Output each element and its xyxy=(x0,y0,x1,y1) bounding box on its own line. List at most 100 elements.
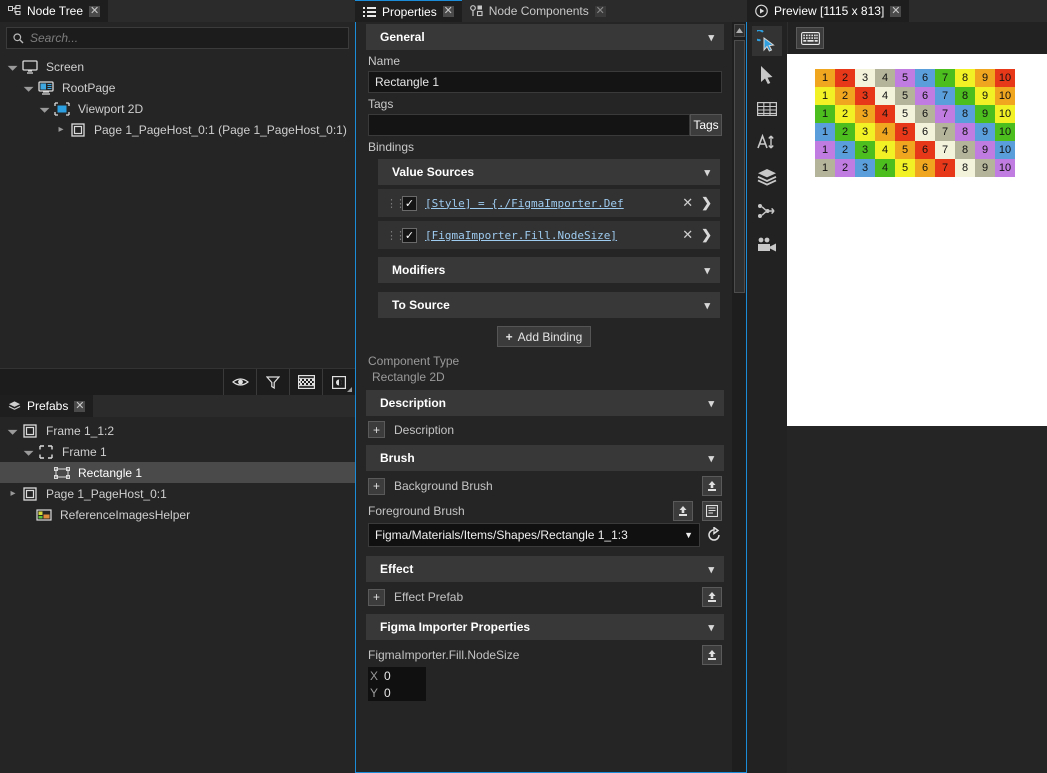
section-description[interactable]: Description ▾ xyxy=(366,390,724,416)
tab-prefabs[interactable]: Prefabs ✕ xyxy=(0,395,93,417)
description-row: + Description xyxy=(356,416,732,443)
settings-icon[interactable] xyxy=(322,369,355,395)
remove-binding-icon[interactable]: ✕ xyxy=(682,195,693,211)
chevron-down-icon[interactable]: ▾ xyxy=(708,31,714,44)
tree-item-viewport2d[interactable]: Viewport 2D xyxy=(0,98,355,119)
cursor-click-icon[interactable] xyxy=(752,26,782,56)
camera-icon[interactable] xyxy=(752,230,782,260)
close-icon[interactable]: ✕ xyxy=(74,401,85,412)
drag-handle-icon[interactable]: ⋮⋮ xyxy=(386,197,394,210)
chevron-down-icon[interactable]: ▾ xyxy=(708,563,714,576)
prefab-item-pagehost[interactable]: Page 1_PageHost_0:1 xyxy=(0,483,355,504)
search-container: Search... xyxy=(0,22,355,53)
open-binding-icon[interactable]: ❯ xyxy=(701,195,712,211)
upload-effect-prefab-icon[interactable] xyxy=(702,587,722,607)
prefab-item-rectangle1[interactable]: Rectangle 1 xyxy=(0,462,355,483)
grid-cell: 10 xyxy=(995,141,1015,159)
add-binding-button[interactable]: + Add Binding xyxy=(497,326,591,347)
grid-row: 12345678910 xyxy=(815,69,1015,87)
grid-icon[interactable] xyxy=(289,369,322,395)
chevron-down-icon[interactable]: ▾ xyxy=(704,166,710,179)
layers-icon[interactable] xyxy=(752,162,782,192)
chevron-down-icon[interactable] xyxy=(22,446,36,457)
close-icon[interactable]: ✕ xyxy=(443,6,454,17)
chevron-down-icon[interactable] xyxy=(38,103,52,114)
close-icon[interactable]: ✕ xyxy=(890,6,901,17)
chevron-down-icon[interactable]: ▾ xyxy=(708,621,714,634)
square-icon xyxy=(20,422,40,440)
reset-brush-icon[interactable] xyxy=(706,527,722,543)
binding-enabled-checkbox[interactable]: ✓ xyxy=(402,196,417,211)
chevron-right-icon[interactable] xyxy=(54,124,68,135)
close-icon[interactable]: ✕ xyxy=(89,6,100,17)
binding-expression[interactable]: [FigmaImporter.Fill.NodeSize] xyxy=(425,229,674,242)
grid-cell: 1 xyxy=(815,105,835,123)
pointer-icon[interactable] xyxy=(752,60,782,90)
chevron-down-icon[interactable]: ▼ xyxy=(684,530,693,540)
scroll-up-button[interactable] xyxy=(734,24,745,37)
tree-item-screen[interactable]: Screen xyxy=(0,56,355,77)
section-value-sources[interactable]: Value Sources ▾ xyxy=(378,159,720,185)
add-effect-prefab-button[interactable]: + xyxy=(368,589,385,606)
binding-row[interactable]: ⋮⋮ ✓ [FigmaImporter.Fill.NodeSize] ✕ ❯ xyxy=(378,221,720,249)
section-to-source[interactable]: To Source ▾ xyxy=(378,292,720,318)
chevron-down-icon[interactable] xyxy=(22,82,36,93)
text-sort-icon[interactable] xyxy=(752,128,782,158)
scrollbar-thumb[interactable] xyxy=(734,40,745,293)
section-modifiers[interactable]: Modifiers ▾ xyxy=(378,257,720,283)
nodesize-y-row[interactable]: Y 0 xyxy=(368,684,426,701)
upload-background-brush-icon[interactable] xyxy=(702,476,722,496)
chevron-down-icon[interactable] xyxy=(6,425,20,436)
binding-row[interactable]: ⋮⋮ ✓ [Style] = {./FigmaImporter.Def ✕ ❯ xyxy=(378,189,720,217)
chevron-down-icon[interactable]: ▾ xyxy=(708,397,714,410)
preview-canvas[interactable]: 1234567891012345678910123456789101234567… xyxy=(787,54,1047,426)
table-icon[interactable] xyxy=(752,94,782,124)
drag-handle-icon[interactable]: ⋮⋮ xyxy=(386,229,394,242)
binding-enabled-checkbox[interactable]: ✓ xyxy=(402,228,417,243)
section-effect[interactable]: Effect ▾ xyxy=(366,556,724,582)
figma-property-row: FigmaImporter.Fill.NodeSize xyxy=(356,640,732,665)
open-binding-icon[interactable]: ❯ xyxy=(701,227,712,243)
section-general[interactable]: General ▾ xyxy=(366,24,724,50)
search-input[interactable]: Search... xyxy=(6,27,349,49)
tags-button[interactable]: Tags xyxy=(690,114,722,136)
add-background-brush-button[interactable]: + xyxy=(368,478,385,495)
upload-foreground-brush-icon[interactable] xyxy=(673,501,693,521)
tab-properties[interactable]: Properties ✕ xyxy=(355,0,462,22)
tab-node-tree[interactable]: Node Tree ✕ xyxy=(0,0,108,22)
foreground-brush-dropdown[interactable]: Figma/Materials/Items/Shapes/Rectangle 1… xyxy=(368,523,700,547)
binding-expression[interactable]: [Style] = {./FigmaImporter.Def xyxy=(425,197,674,210)
chevron-down-icon[interactable]: ▾ xyxy=(708,452,714,465)
chevron-right-icon[interactable] xyxy=(6,488,20,499)
filter-icon[interactable] xyxy=(256,369,289,395)
section-brush[interactable]: Brush ▾ xyxy=(366,445,724,471)
brush-list-icon[interactable] xyxy=(702,501,722,521)
tags-input[interactable] xyxy=(368,114,690,136)
node-tree-list: Screen RootPage xyxy=(0,53,355,368)
prefab-item-frame1[interactable]: Frame 1 xyxy=(0,441,355,462)
nodes-icon[interactable] xyxy=(752,196,782,226)
properties-scrollbar[interactable] xyxy=(732,22,746,772)
grid-cell: 7 xyxy=(935,141,955,159)
x-value[interactable]: 0 xyxy=(384,669,391,683)
chevron-down-icon[interactable]: ▾ xyxy=(704,299,710,312)
keyboard-icon[interactable] xyxy=(796,27,824,49)
prefab-item-frame1-1-2[interactable]: Frame 1_1:2 xyxy=(0,420,355,441)
chevron-down-icon[interactable]: ▾ xyxy=(704,264,710,277)
add-description-button[interactable]: + xyxy=(368,421,385,438)
eye-icon[interactable] xyxy=(223,369,256,395)
tree-item-rootpage[interactable]: RootPage xyxy=(0,77,355,98)
tab-preview[interactable]: Preview [1115 x 813] ✕ xyxy=(747,0,909,22)
name-input[interactable]: Rectangle 1 xyxy=(368,71,722,93)
tab-node-components[interactable]: Node Components ✕ xyxy=(462,0,614,22)
upload-figma-property-icon[interactable] xyxy=(702,645,722,665)
section-figma-importer[interactable]: Figma Importer Properties ▾ xyxy=(366,614,724,640)
chevron-down-icon[interactable] xyxy=(6,61,20,72)
close-icon[interactable]: ✕ xyxy=(595,6,606,17)
remove-binding-icon[interactable]: ✕ xyxy=(682,227,693,243)
prefab-item-referenceimageshelper[interactable]: ReferenceImagesHelper xyxy=(0,504,355,525)
nodesize-x-row[interactable]: X 0 xyxy=(368,667,426,684)
tree-item-pagehost[interactable]: Page 1_PageHost_0:1 (Page 1_PageHost_0:1… xyxy=(0,119,355,140)
figma-property-name[interactable]: FigmaImporter.Fill.NodeSize xyxy=(368,648,693,662)
y-value[interactable]: 0 xyxy=(384,686,391,700)
